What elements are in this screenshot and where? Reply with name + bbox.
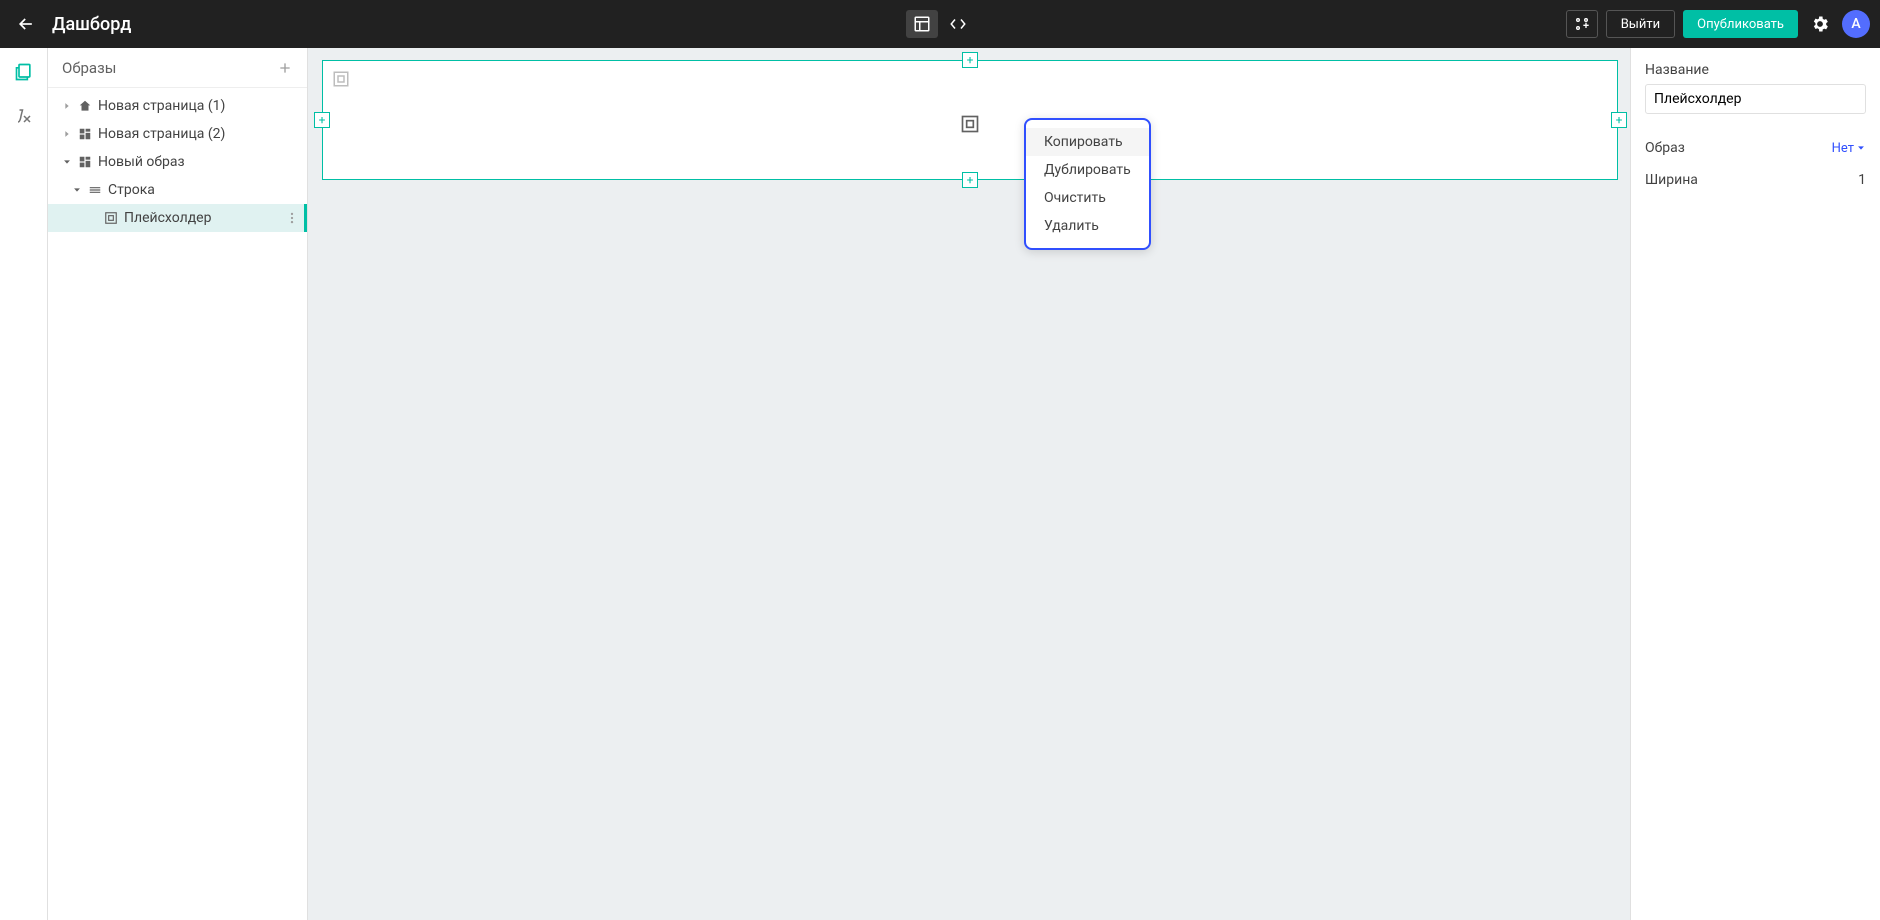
outline-panel: Образы Новая страница (1) Новая страница… bbox=[48, 48, 308, 920]
context-menu-duplicate[interactable]: Дублировать bbox=[1026, 156, 1149, 184]
add-right-handle[interactable]: + bbox=[1611, 112, 1627, 128]
publish-label: Опубликовать bbox=[1697, 17, 1784, 32]
cm-copy-label: Копировать bbox=[1044, 134, 1123, 150]
chevron-down-icon bbox=[58, 157, 76, 167]
cm-clear-label: Очистить bbox=[1044, 190, 1106, 206]
exit-label: Выйти bbox=[1621, 17, 1660, 32]
properties-panel: Название Образ Нет Ширина 1 bbox=[1630, 48, 1880, 920]
plugin-icon bbox=[1574, 16, 1590, 32]
view-mode-code[interactable] bbox=[942, 10, 974, 38]
dashboard-icon bbox=[76, 155, 94, 169]
dashboard-icon bbox=[76, 127, 94, 141]
user-avatar[interactable]: A bbox=[1842, 10, 1870, 38]
publish-button[interactable]: Опубликовать bbox=[1683, 10, 1798, 38]
plugins-button[interactable] bbox=[1566, 10, 1598, 38]
settings-button[interactable] bbox=[1806, 10, 1834, 38]
cm-delete-label: Удалить bbox=[1044, 218, 1099, 234]
tree-item-page-2[interactable]: Новая страница (2) bbox=[48, 120, 307, 148]
cm-duplicate-label: Дублировать bbox=[1044, 162, 1131, 178]
tree-item-row[interactable]: Строка bbox=[48, 176, 307, 204]
prop-width-row: Ширина 1 bbox=[1645, 164, 1866, 196]
home-icon bbox=[76, 99, 94, 113]
container-type-icon bbox=[332, 70, 350, 88]
pages-icon bbox=[14, 62, 34, 82]
rail-pages[interactable] bbox=[10, 58, 38, 86]
context-menu-clear[interactable]: Очистить bbox=[1026, 184, 1149, 212]
prop-name-input[interactable] bbox=[1645, 84, 1866, 114]
add-top-handle[interactable]: + bbox=[962, 52, 978, 68]
chevron-down-icon bbox=[68, 185, 86, 195]
view-mode-toggle bbox=[906, 10, 974, 38]
editor-canvas[interactable]: + + + + Копировать Дублировать Очистить … bbox=[308, 48, 1630, 920]
header-actions: Выйти Опубликовать A bbox=[1566, 10, 1870, 38]
page-title: Дашборд bbox=[52, 14, 131, 35]
prop-template-select[interactable]: Нет bbox=[1832, 141, 1866, 156]
tree-item-page-1[interactable]: Новая страница (1) bbox=[48, 92, 307, 120]
add-bottom-handle[interactable]: + bbox=[962, 172, 978, 188]
tree-label: Плейсхолдер bbox=[124, 210, 211, 226]
tree-label: Строка bbox=[108, 182, 155, 198]
fx-icon bbox=[15, 107, 33, 125]
plus-icon bbox=[277, 60, 293, 76]
rail-formula[interactable] bbox=[10, 102, 38, 130]
prop-width-value: 1 bbox=[1858, 172, 1866, 188]
arrow-left-icon bbox=[16, 14, 36, 34]
more-vert-icon bbox=[285, 211, 299, 225]
prop-template-row: Образ Нет bbox=[1645, 132, 1866, 164]
outline-title: Образы bbox=[62, 59, 116, 77]
add-template-button[interactable] bbox=[277, 60, 293, 76]
tree-item-more[interactable] bbox=[285, 211, 299, 225]
context-menu-delete[interactable]: Удалить bbox=[1026, 212, 1149, 240]
placeholder-icon bbox=[102, 211, 120, 225]
back-button[interactable] bbox=[10, 8, 42, 40]
app-body: Образы Новая страница (1) Новая страница… bbox=[0, 48, 1880, 920]
placeholder-center-icon bbox=[960, 114, 980, 134]
prop-template-value: Нет bbox=[1832, 141, 1854, 156]
prop-name-label: Название bbox=[1645, 62, 1866, 78]
tree-label: Новая страница (2) bbox=[98, 126, 225, 142]
tree-label: Новая страница (1) bbox=[98, 98, 225, 114]
tree-item-placeholder[interactable]: Плейсхолдер bbox=[48, 204, 307, 232]
outline-header: Образы bbox=[48, 48, 307, 88]
app-header: Дашборд Выйти Опубликовать A bbox=[0, 0, 1880, 48]
avatar-letter: A bbox=[1851, 16, 1860, 32]
chevron-right-icon bbox=[58, 101, 76, 111]
layout-icon bbox=[913, 15, 931, 33]
chevron-right-icon bbox=[58, 129, 76, 139]
prop-template-label: Образ bbox=[1645, 140, 1685, 156]
context-menu-copy[interactable]: Копировать bbox=[1026, 128, 1149, 156]
view-mode-design[interactable] bbox=[906, 10, 938, 38]
outline-tree: Новая страница (1) Новая страница (2) Но… bbox=[48, 88, 307, 920]
chevron-down-icon bbox=[1856, 143, 1866, 153]
tree-label: Новый образ bbox=[98, 154, 185, 170]
row-icon bbox=[86, 183, 104, 197]
code-icon bbox=[949, 15, 967, 33]
left-rail bbox=[0, 48, 48, 920]
exit-button[interactable]: Выйти bbox=[1606, 10, 1675, 38]
prop-width-label: Ширина bbox=[1645, 172, 1698, 188]
add-left-handle[interactable]: + bbox=[314, 112, 330, 128]
context-menu: Копировать Дублировать Очистить Удалить bbox=[1024, 118, 1151, 250]
tree-item-template[interactable]: Новый образ bbox=[48, 148, 307, 176]
gear-icon bbox=[1810, 14, 1830, 34]
